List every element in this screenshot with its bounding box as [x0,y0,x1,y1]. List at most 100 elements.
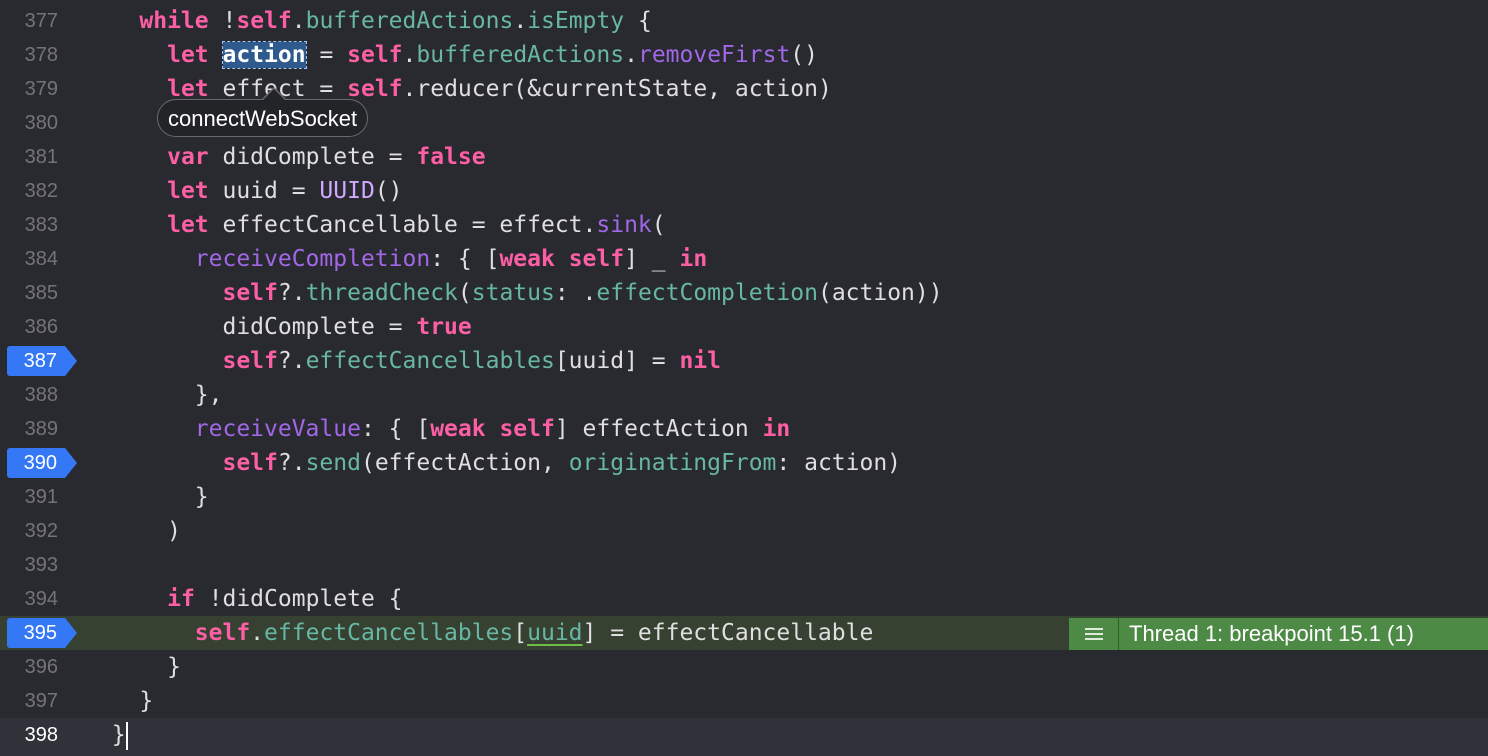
code-text[interactable]: self.effectCancellables[uuid] = effectCa… [84,616,874,650]
code-token: self [236,8,292,34]
code-token: : { [ [360,416,431,442]
code-text[interactable]: self?.send(effectAction, originatingFrom… [84,446,901,480]
code-token: ! [208,8,237,34]
code-text[interactable]: let effectCancellable = effect.sink( [84,208,666,242]
line-number[interactable]: 397 [0,684,58,718]
code-token: didComplete = [84,314,417,340]
code-token: } [84,484,209,510]
code-text[interactable]: } [84,684,153,718]
code-token: . [624,42,638,68]
code-token: } [84,722,126,748]
code-line[interactable]: 382 let uuid = UUID() [0,174,1488,208]
breakpoint-marker[interactable]: 395 [7,618,77,648]
line-number[interactable]: 385 [0,276,58,310]
breakpoint-marker[interactable]: 390 [7,448,77,478]
code-line[interactable]: 390 self?.send(effectAction, originating… [0,446,1488,480]
code-token: sink [596,212,652,238]
code-token: uuid [527,620,583,646]
code-token: ] effectAction [554,416,763,442]
code-line[interactable]: 389 receiveValue: { [weak self] effectAc… [0,412,1488,446]
code-token: () [790,42,818,68]
line-number[interactable]: 388 [0,378,58,412]
code-text[interactable]: while !self.bufferedActions.isEmpty { [84,4,652,38]
code-line[interactable]: 394 if !didComplete { [0,582,1488,616]
thread-breakpoint-badge[interactable]: Thread 1: breakpoint 15.1 (1) [1069,618,1488,650]
code-token: (action)) [817,280,943,306]
line-number[interactable]: 393 [0,548,58,582]
code-line[interactable]: 384 receiveCompletion: { [weak self] _ i… [0,242,1488,276]
code-text[interactable]: receiveCompletion: { [weak self] _ in [84,242,707,276]
code-line[interactable]: 377 while !self.bufferedActions.isEmpty … [0,4,1488,38]
code-line[interactable]: 397 } [0,684,1488,718]
line-number[interactable]: 391 [0,480,58,514]
line-number[interactable]: 380 [0,106,58,140]
thread-badge-text: Thread 1: breakpoint 15.1 (1) [1129,621,1414,646]
code-token: let [167,42,209,68]
code-token: ?. [277,348,306,374]
code-text[interactable]: if !didComplete { [84,582,402,616]
line-number[interactable]: 386 [0,310,58,344]
code-text[interactable]: } [84,718,128,752]
list-icon[interactable] [1069,618,1119,650]
code-token: if [167,586,195,612]
code-token: nil [679,348,721,374]
code-token: in [762,416,791,442]
code-text[interactable]: let action = self.bufferedActions.remove… [84,38,818,72]
code-line[interactable]: 387 self?.effectCancellables[uuid] = nil [0,344,1488,378]
code-text[interactable]: var didComplete = false [84,140,486,174]
line-number[interactable]: 389 [0,412,58,446]
line-number[interactable]: 383 [0,208,58,242]
code-token: : . [554,280,597,306]
code-text[interactable]: self?.effectCancellables[uuid] = nil [84,344,721,378]
code-line[interactable]: 386 didComplete = true [0,310,1488,344]
code-token: removeFirst [637,42,791,68]
code-line[interactable]: 381 var didComplete = false [0,140,1488,174]
code-line[interactable]: 385 self?.threadCheck(status: .effectCom… [0,276,1488,310]
line-number[interactable]: 396 [0,650,58,684]
code-token: }, [84,382,223,408]
code-line[interactable]: 383 let effectCancellable = effect.sink( [0,208,1488,242]
code-line[interactable]: 396 } [0,650,1488,684]
code-token: self [347,76,403,102]
code-text[interactable]: } [84,650,181,684]
code-line[interactable]: 393 [0,548,1488,582]
code-token: threadCheck [305,280,458,306]
code-token: let [167,212,209,238]
code-token: . [291,8,306,34]
code-token: true [416,314,472,340]
code-line[interactable]: 392 ) [0,514,1488,548]
code-text[interactable]: let uuid = UUID() [84,174,403,208]
code-line[interactable]: 391 } [0,480,1488,514]
code-line[interactable]: 378 let action = self.bufferedActions.re… [0,38,1488,72]
code-token: { [624,8,652,34]
code-token: () [374,178,403,204]
code-line[interactable]: 398 } [0,718,1488,756]
code-editor[interactable]: 377 while !self.bufferedActions.isEmpty … [0,0,1488,756]
code-line[interactable]: 388 }, [0,378,1488,412]
code-text[interactable]: } [84,480,209,514]
code-token: } [84,688,154,714]
line-number[interactable]: 377 [0,4,58,38]
line-number[interactable]: 379 [0,72,58,106]
code-token: var [167,144,209,170]
code-text[interactable]: didComplete = true [84,310,472,344]
line-number[interactable]: 384 [0,242,58,276]
line-number[interactable]: 378 [0,38,58,72]
code-token: in [679,246,708,272]
breakpoint-marker[interactable]: 387 [7,346,77,376]
line-number[interactable]: 394 [0,582,58,616]
code-text[interactable]: self?.threadCheck(status: .effectComplet… [84,276,943,310]
line-number[interactable]: 382 [0,174,58,208]
code-text[interactable]: ) [84,514,181,548]
line-number[interactable]: 381 [0,140,58,174]
line-number[interactable]: 398 [0,718,58,752]
code-text[interactable]: receiveValue: { [weak self] effectAction… [84,412,790,446]
tooltip-text: connectWebSocket [168,106,358,131]
code-text[interactable]: }, [84,378,223,412]
line-number[interactable]: 392 [0,514,58,548]
